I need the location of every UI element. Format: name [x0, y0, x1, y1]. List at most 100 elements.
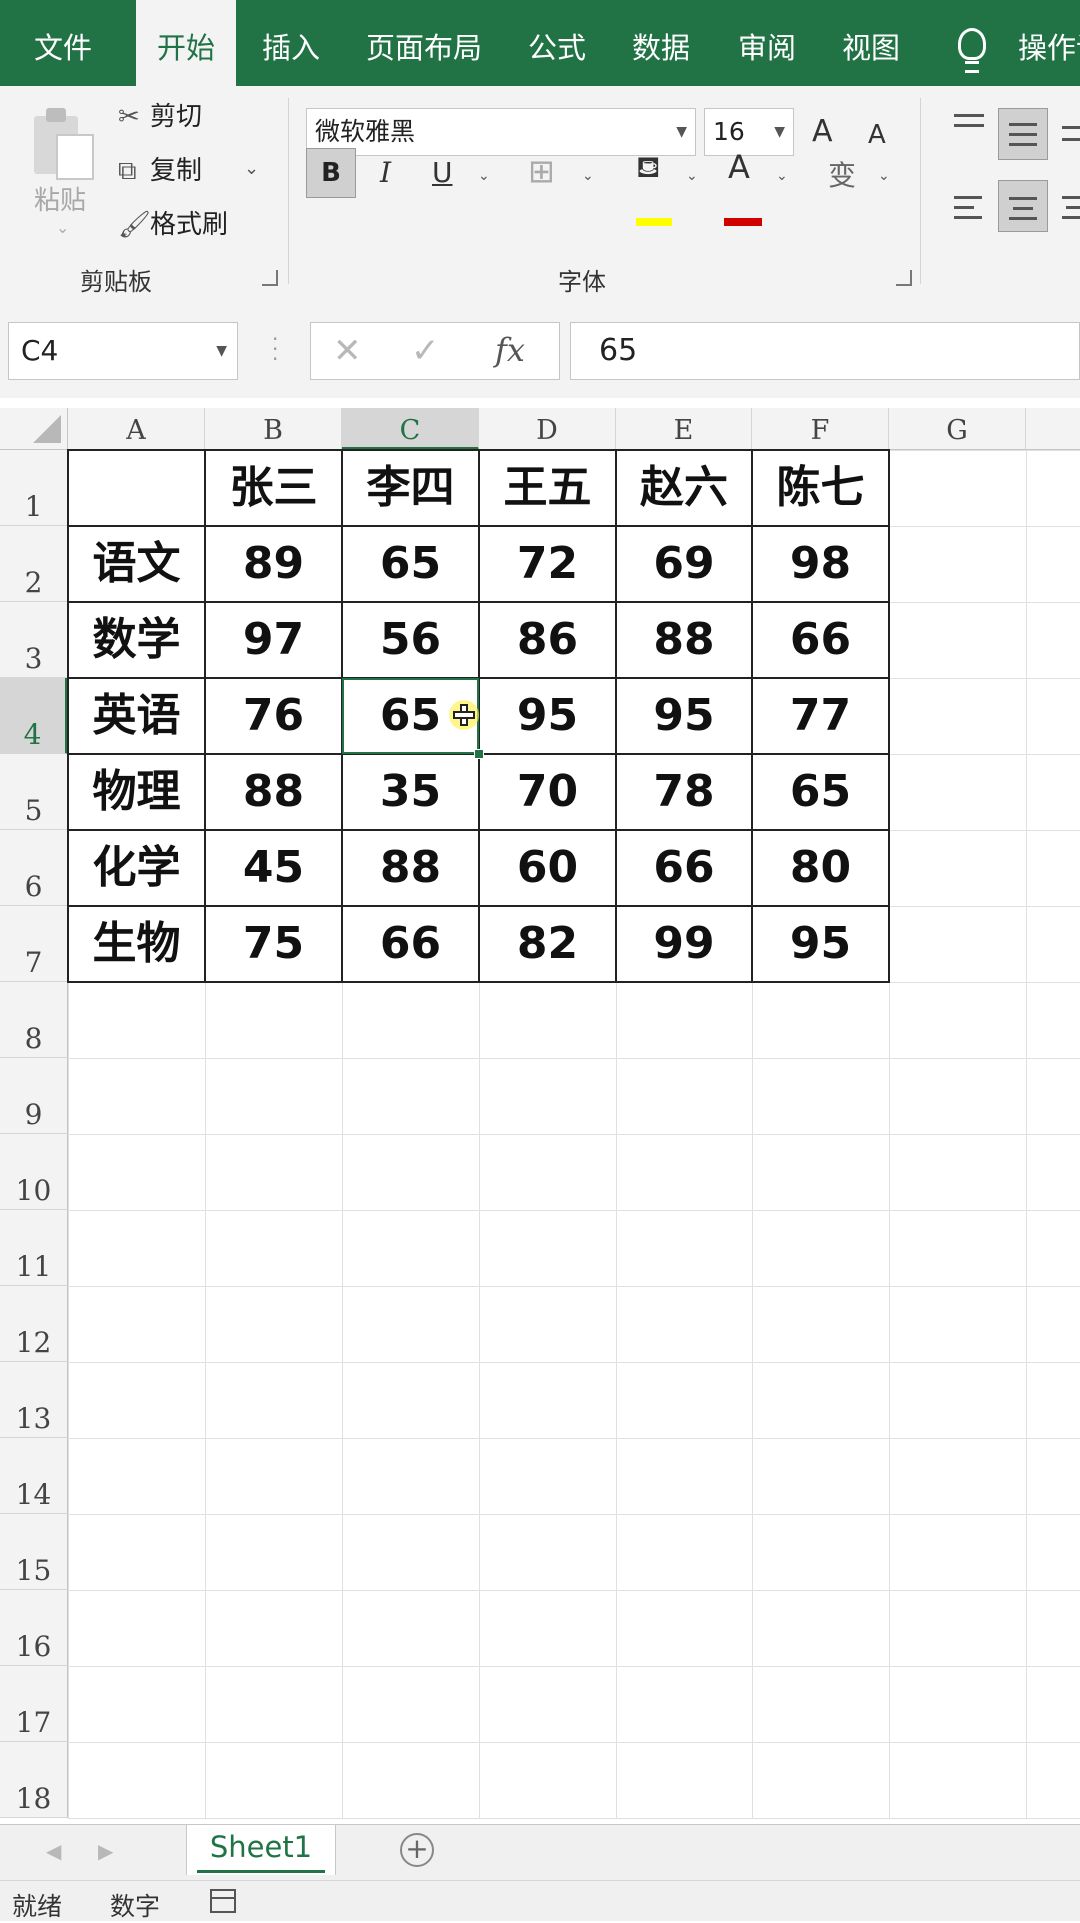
cell-c1[interactable]: 李四: [342, 450, 479, 526]
cell-c6[interactable]: 88: [342, 830, 479, 906]
font-launcher-icon[interactable]: [896, 270, 912, 286]
cell-b2[interactable]: 89: [205, 526, 342, 602]
cell-d7[interactable]: 82: [479, 906, 616, 982]
row-header-9[interactable]: 9: [0, 1058, 68, 1134]
bold-button[interactable]: B: [306, 148, 356, 198]
column-header-c[interactable]: C: [342, 408, 479, 450]
tab-review[interactable]: 审阅: [738, 0, 796, 86]
cell-c2[interactable]: 65: [342, 526, 479, 602]
row-header-17[interactable]: 17: [0, 1666, 68, 1742]
tab-formulas[interactable]: 公式: [528, 0, 586, 86]
cell-b1[interactable]: 张三: [205, 450, 342, 526]
scroll-right-icon[interactable]: ▶: [98, 1839, 113, 1863]
align-center-button[interactable]: [998, 180, 1048, 232]
italic-button[interactable]: I: [380, 156, 391, 189]
select-all-button[interactable]: [0, 408, 68, 450]
cell-a4[interactable]: 英语: [68, 678, 205, 754]
cell-f5[interactable]: 65: [752, 754, 889, 830]
cell-a6[interactable]: 化学: [68, 830, 205, 906]
cancel-icon[interactable]: ✕: [333, 331, 362, 371]
cell-f7[interactable]: 95: [752, 906, 889, 982]
column-header-e[interactable]: E: [616, 408, 752, 450]
cell-b7[interactable]: 75: [205, 906, 342, 982]
tab-insert[interactable]: 插入: [262, 0, 320, 86]
cell-b4[interactable]: 76: [205, 678, 342, 754]
cut-button[interactable]: ✂ 剪切: [118, 96, 202, 132]
column-header-blank[interactable]: [1026, 408, 1080, 450]
row-header-18[interactable]: 18: [0, 1742, 68, 1818]
row-header-4[interactable]: 4: [0, 678, 68, 754]
column-header-f[interactable]: F: [752, 408, 889, 450]
name-box[interactable]: C4 ▼: [8, 322, 238, 380]
border-dropdown-icon[interactable]: ⌄: [582, 168, 594, 184]
cell-d1[interactable]: 王五: [479, 450, 616, 526]
cell-b3[interactable]: 97: [205, 602, 342, 678]
row-header-7[interactable]: 7: [0, 906, 68, 982]
sheet-tab-sheet1[interactable]: Sheet1: [186, 1825, 336, 1875]
column-header-a[interactable]: A: [68, 408, 205, 450]
lightbulb-icon[interactable]: [958, 28, 986, 73]
row-header-13[interactable]: 13: [0, 1362, 68, 1438]
row-header-12[interactable]: 12: [0, 1286, 68, 1362]
enter-icon[interactable]: ✓: [411, 331, 440, 371]
column-header-g[interactable]: G: [889, 408, 1026, 450]
cell-c5[interactable]: 35: [342, 754, 479, 830]
cell-a2[interactable]: 语文: [68, 526, 205, 602]
cell-d4[interactable]: 95: [479, 678, 616, 754]
macro-record-icon[interactable]: [210, 1889, 236, 1913]
worksheet-grid[interactable]: A B C D E F G 1 2 3 4 5 6 7 8 9 10 11 12 13 14 15 16 17 18 张三 李四 王五…: [0, 398, 1080, 1824]
copy-button[interactable]: ⧉ 复制: [118, 150, 202, 186]
row-header-15[interactable]: 15: [0, 1514, 68, 1590]
cell-b6[interactable]: 45: [205, 830, 342, 906]
font-color-button[interactable]: A: [728, 148, 750, 186]
underline-button[interactable]: U: [432, 156, 453, 189]
cell-f4[interactable]: 77: [752, 678, 889, 754]
cell-d5[interactable]: 70: [479, 754, 616, 830]
cell-e3[interactable]: 88: [616, 602, 752, 678]
tab-data[interactable]: 数据: [632, 0, 690, 86]
add-sheet-icon[interactable]: +: [400, 1833, 434, 1867]
shrink-font-button[interactable]: A: [868, 120, 886, 150]
font-name-dropdown[interactable]: 微软雅黑 ▼: [306, 108, 696, 156]
cell-f2[interactable]: 98: [752, 526, 889, 602]
scroll-left-icon[interactable]: ◀: [46, 1839, 61, 1863]
cell-c7[interactable]: 66: [342, 906, 479, 982]
cell-d6[interactable]: 60: [479, 830, 616, 906]
row-header-1[interactable]: 1: [0, 450, 68, 526]
font-color-dropdown-icon[interactable]: ⌄: [776, 168, 788, 184]
cell-c3[interactable]: 56: [342, 602, 479, 678]
cell-d2[interactable]: 72: [479, 526, 616, 602]
cell-e1[interactable]: 赵六: [616, 450, 752, 526]
align-middle-button[interactable]: [998, 108, 1048, 160]
tell-me-search[interactable]: 操作说: [1018, 0, 1080, 86]
cell-a7[interactable]: 生物: [68, 906, 205, 982]
copy-dropdown-icon[interactable]: ⌄: [244, 158, 259, 179]
formula-bar-grip-icon[interactable]: · · ·: [272, 329, 278, 369]
cell-e5[interactable]: 78: [616, 754, 752, 830]
clipboard-launcher-icon[interactable]: [262, 270, 278, 286]
cell-f3[interactable]: 66: [752, 602, 889, 678]
paste-button-label[interactable]: 粘贴: [34, 180, 86, 217]
row-header-10[interactable]: 10: [0, 1134, 68, 1210]
row-header-14[interactable]: 14: [0, 1438, 68, 1514]
insert-function-button[interactable]: fx: [495, 331, 525, 369]
cell-e4[interactable]: 95: [616, 678, 752, 754]
cell-e2[interactable]: 69: [616, 526, 752, 602]
fill-handle[interactable]: [474, 749, 484, 759]
format-painter-button[interactable]: 🖌格式刷: [118, 204, 228, 240]
row-header-2[interactable]: 2: [0, 526, 68, 602]
cell-f1[interactable]: 陈七: [752, 450, 889, 526]
tab-file[interactable]: 文件: [34, 0, 92, 86]
row-header-3[interactable]: 3: [0, 602, 68, 678]
phonetic-icon[interactable]: 变: [828, 154, 856, 194]
cell-a1[interactable]: [68, 450, 205, 526]
column-header-b[interactable]: B: [205, 408, 342, 450]
row-header-8[interactable]: 8: [0, 982, 68, 1058]
fill-color-icon[interactable]: ⛾: [636, 150, 661, 189]
border-icon[interactable]: ⊞: [528, 152, 555, 190]
formula-input[interactable]: 65: [570, 322, 1080, 380]
phonetic-dropdown-icon[interactable]: ⌄: [878, 168, 890, 184]
grow-font-button[interactable]: A: [812, 114, 833, 149]
row-header-6[interactable]: 6: [0, 830, 68, 906]
cell-e6[interactable]: 66: [616, 830, 752, 906]
